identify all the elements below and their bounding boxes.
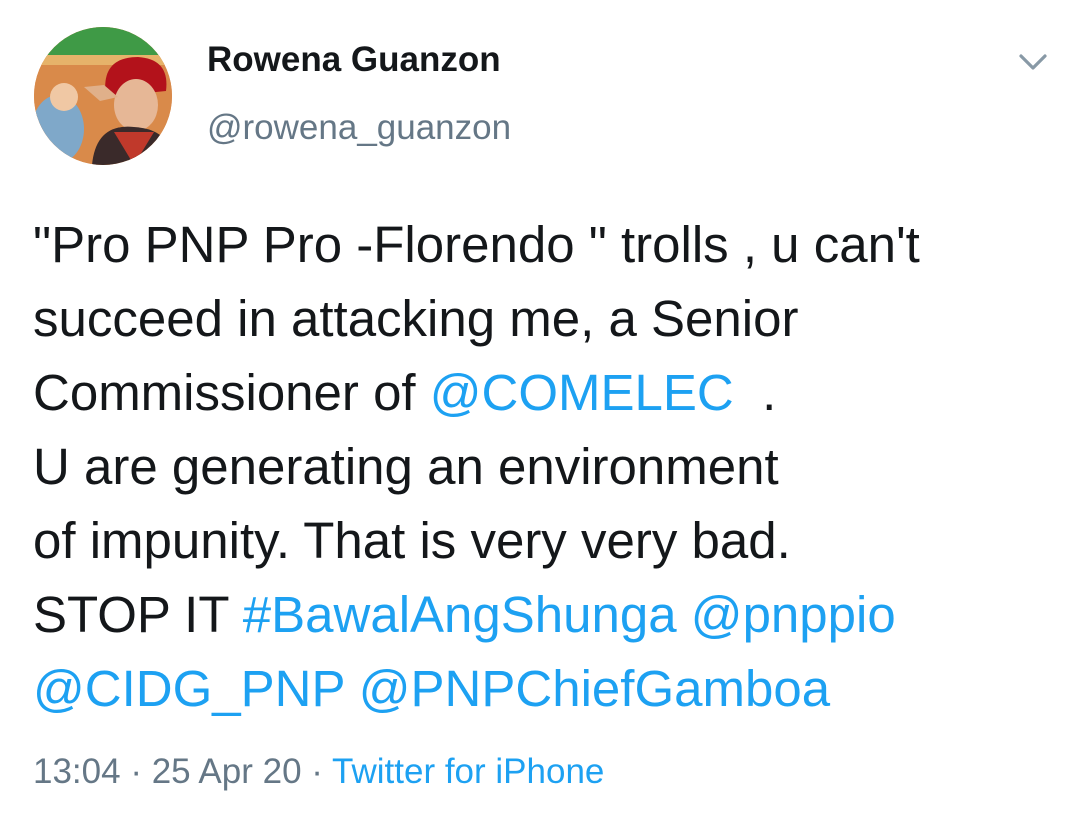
- tweet-time[interactable]: 13:04: [33, 752, 121, 791]
- meta-separator: ·: [301, 752, 333, 791]
- tweet-line: STOP IT #BawalAngShunga @pnppio: [33, 578, 1063, 652]
- avatar[interactable]: [34, 27, 172, 165]
- mention-pnppio-link[interactable]: @pnppio: [691, 586, 896, 643]
- tweet-line: succeed in attacking me, a Senior: [33, 290, 799, 347]
- tweet: Rowena Guanzon @rowena_guanzon "Pro PNP …: [0, 0, 1079, 824]
- mention-cidg-link[interactable]: @CIDG_PNP: [33, 660, 345, 717]
- tweet-line: U are generating an environment: [33, 438, 779, 495]
- tweet-date[interactable]: 25 Apr 20: [152, 752, 302, 791]
- hashtag-link[interactable]: #BawalAngShunga: [243, 586, 677, 643]
- avatar-image: [34, 27, 172, 165]
- tweet-line: @CIDG_PNP @PNPChiefGamboa: [33, 652, 1063, 726]
- user-handle[interactable]: @rowena_guanzon: [207, 108, 511, 148]
- mention-comelec-link[interactable]: @COMELEC: [430, 364, 734, 421]
- tweet-text-segment: STOP IT: [33, 586, 243, 643]
- tweet-text-segment: Commissioner of: [33, 364, 430, 421]
- tweet-line: "Pro PNP Pro -Florendo " trolls , u can'…: [33, 216, 920, 273]
- tweet-text: "Pro PNP Pro -Florendo " trolls , u can'…: [33, 208, 1063, 726]
- chevron-down-icon[interactable]: [1015, 48, 1051, 76]
- tweet-text-segment: .: [733, 364, 777, 421]
- tweet-line: Commissioner of @COMELEC .: [33, 356, 1063, 430]
- mention-chief-link[interactable]: @PNPChiefGamboa: [359, 660, 830, 717]
- meta-separator: ·: [120, 752, 152, 791]
- display-name[interactable]: Rowena Guanzon: [207, 40, 501, 80]
- tweet-line: of impunity. That is very very bad.: [33, 512, 791, 569]
- tweet-source-link[interactable]: Twitter for iPhone: [332, 752, 604, 791]
- tweet-meta: 13:04 · 25 Apr 20 · Twitter for iPhone: [33, 752, 604, 792]
